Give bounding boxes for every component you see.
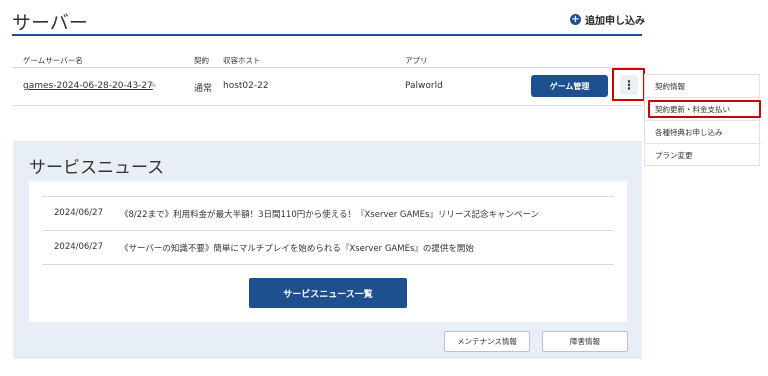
app-cell: Palworld — [405, 81, 443, 91]
add-application-label: 追加申し込み — [585, 16, 645, 27]
service-news-title: サービスニュース — [29, 158, 165, 178]
host-cell: host02-22 — [223, 81, 269, 91]
news-divider — [42, 196, 614, 197]
col-header-server-name: ゲームサーバー名 — [23, 56, 83, 65]
add-application-button[interactable]: + 追加申し込み — [570, 12, 645, 27]
title-underline — [12, 34, 642, 36]
menu-item-benefits[interactable]: 各種特典お申し込み — [645, 121, 761, 144]
news-date: 2024/06/27 — [54, 242, 103, 252]
menu-item-highlight — [648, 100, 761, 118]
news-link[interactable]: 《8/22まで》利用料金が最大半額！3日間110円から使える！『Xserver … — [120, 208, 539, 220]
row-action-menu: 契約情報 契約更新・料金支払い 各種特典お申し込み プラン変更 — [644, 74, 761, 167]
maintenance-info-button[interactable]: メンテナンス情報 — [444, 331, 530, 352]
game-manage-button[interactable]: ゲーム管理 — [531, 75, 608, 97]
server-name-link[interactable]: games-2024-06-28-20-43-27 — [23, 81, 153, 91]
failure-info-button[interactable]: 障害情報 — [542, 331, 628, 352]
more-vertical-icon[interactable]: ⋮ — [620, 75, 638, 95]
table-row-divider — [12, 105, 642, 106]
news-divider — [42, 230, 614, 231]
col-header-host: 収容ホスト — [223, 56, 261, 65]
col-header-contract: 契約 — [194, 56, 209, 65]
news-link[interactable]: 《サーバーの知識不要》簡単にマルチプレイを始められる『Xserver GAMEs… — [120, 242, 474, 254]
plus-circle-icon: + — [570, 14, 581, 25]
service-news-list-button[interactable]: サービスニュース一覧 — [249, 278, 407, 308]
news-divider — [42, 264, 614, 265]
news-date: 2024/06/27 — [54, 208, 103, 218]
menu-item-plan-change[interactable]: プラン変更 — [645, 144, 761, 167]
page-title: サーバー — [12, 12, 88, 34]
menu-item-contract-info[interactable]: 契約情報 — [645, 75, 761, 98]
contract-cell: 通常 — [194, 84, 213, 94]
table-header-divider — [12, 67, 642, 68]
pencil-icon[interactable]: ✎ — [149, 81, 157, 91]
col-header-app: アプリ — [405, 56, 428, 65]
